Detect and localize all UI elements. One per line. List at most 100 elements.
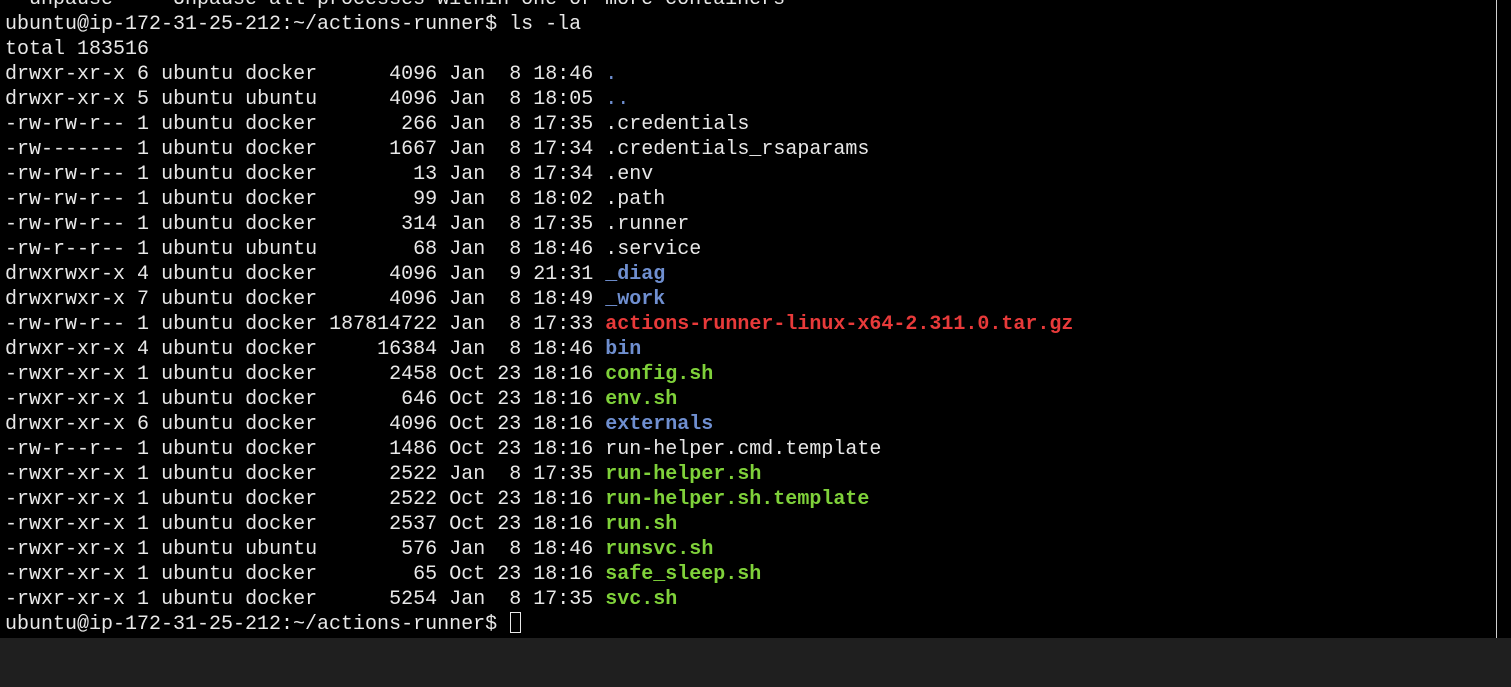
- file-size: 4096: [389, 288, 438, 311]
- file-month: Jan: [449, 538, 486, 561]
- file-time: 18:16: [533, 363, 594, 386]
- file-link-count: 5: [137, 88, 150, 111]
- file-name: run.sh: [605, 513, 678, 536]
- file-row: drwxr-xr-x 4 ubuntu docker 16384 Jan 8 1…: [5, 337, 1073, 362]
- file-owner: ubuntu: [161, 388, 234, 411]
- file-permissions: drwxr-xr-x: [5, 88, 126, 111]
- file-row: -rwxr-xr-x 1 ubuntu docker 65 Oct 23 18:…: [5, 562, 1073, 587]
- file-permissions: -rwxr-xr-x: [5, 588, 126, 611]
- terminal-line-total: total 183516: [5, 38, 150, 61]
- file-size: 314: [401, 213, 438, 236]
- file-time: 18:46: [533, 538, 594, 561]
- file-owner: ubuntu: [161, 538, 234, 561]
- file-link-count: 1: [137, 113, 150, 136]
- file-link-count: 1: [137, 188, 150, 211]
- file-day: 23: [497, 363, 522, 386]
- file-row: drwxrwxr-x 4 ubuntu docker 4096 Jan 9 21…: [5, 262, 1073, 287]
- file-owner: ubuntu: [161, 238, 234, 261]
- file-name: run-helper.cmd.template: [605, 438, 882, 461]
- file-owner: ubuntu: [161, 438, 234, 461]
- terminal-window[interactable]: unpause Unpause all processes within one…: [0, 0, 1496, 638]
- file-permissions: -rwxr-xr-x: [5, 463, 126, 486]
- file-time: 18:05: [533, 88, 594, 111]
- file-link-count: 1: [137, 138, 150, 161]
- file-size: 2522: [389, 463, 438, 486]
- file-link-count: 1: [137, 513, 150, 536]
- file-time: 21:31: [533, 263, 594, 286]
- file-month: Jan: [449, 163, 486, 186]
- file-link-count: 1: [137, 463, 150, 486]
- file-size: 2537: [389, 513, 438, 536]
- file-row: -rw-r--r-- 1 ubuntu ubuntu 68 Jan 8 18:4…: [5, 237, 1073, 262]
- file-name: run-helper.sh.template: [605, 488, 870, 511]
- file-group: docker: [245, 63, 318, 86]
- file-row: -rw-rw-r-- 1 ubuntu docker 314 Jan 8 17:…: [5, 212, 1073, 237]
- file-row: -rwxr-xr-x 1 ubuntu docker 5254 Jan 8 17…: [5, 587, 1073, 612]
- file-group: docker: [245, 488, 318, 511]
- file-permissions: -rw-rw-r--: [5, 163, 126, 186]
- file-group: docker: [245, 413, 318, 436]
- terminal-scrollbar[interactable]: [1496, 0, 1511, 638]
- file-row: -rw-rw-r-- 1 ubuntu docker 99 Jan 8 18:0…: [5, 187, 1073, 212]
- shell-prompt: ubuntu@ip-172-31-25-212:~/actions-runner…: [5, 13, 498, 36]
- file-size: 187814722: [329, 313, 438, 336]
- file-owner: ubuntu: [161, 263, 234, 286]
- file-permissions: -rwxr-xr-x: [5, 538, 126, 561]
- terminal-line-command: ubuntu@ip-172-31-25-212:~/actions-runner…: [5, 12, 1073, 37]
- file-month: Oct: [449, 438, 486, 461]
- file-month: Jan: [449, 188, 486, 211]
- file-day: 23: [497, 388, 522, 411]
- file-permissions: drwxr-xr-x: [5, 63, 126, 86]
- file-time: 18:46: [533, 63, 594, 86]
- file-time: 18:16: [533, 413, 594, 436]
- terminal-line-active-prompt[interactable]: ubuntu@ip-172-31-25-212:~/actions-runner…: [5, 612, 1073, 637]
- file-owner: ubuntu: [161, 488, 234, 511]
- file-owner: ubuntu: [161, 188, 234, 211]
- file-time: 18:16: [533, 513, 594, 536]
- file-name: .credentials: [605, 113, 750, 136]
- file-link-count: 6: [137, 63, 150, 86]
- file-time: 17:34: [533, 163, 594, 186]
- file-day: 23: [497, 488, 522, 511]
- file-time: 17:34: [533, 138, 594, 161]
- file-month: Jan: [449, 238, 486, 261]
- file-day: 8: [509, 88, 522, 111]
- file-owner: ubuntu: [161, 463, 234, 486]
- file-row: -rwxr-xr-x 1 ubuntu docker 2537 Oct 23 1…: [5, 512, 1073, 537]
- file-link-count: 1: [137, 313, 150, 336]
- file-size: 4096: [389, 88, 438, 111]
- file-link-count: 1: [137, 488, 150, 511]
- file-row: -rwxr-xr-x 1 ubuntu docker 2522 Oct 23 1…: [5, 487, 1073, 512]
- file-link-count: 1: [137, 538, 150, 561]
- file-link-count: 7: [137, 288, 150, 311]
- file-day: 8: [509, 238, 522, 261]
- file-size: 646: [401, 388, 438, 411]
- file-permissions: -rw-rw-r--: [5, 113, 126, 136]
- file-time: 18:49: [533, 288, 594, 311]
- file-row: -rwxr-xr-x 1 ubuntu ubuntu 576 Jan 8 18:…: [5, 537, 1073, 562]
- file-day: 8: [509, 538, 522, 561]
- file-group: docker: [245, 188, 318, 211]
- file-permissions: drwxr-xr-x: [5, 413, 126, 436]
- file-listing: drwxr-xr-x 6 ubuntu docker 4096 Jan 8 18…: [5, 62, 1073, 612]
- file-group: docker: [245, 338, 318, 361]
- file-month: Jan: [449, 288, 486, 311]
- file-group: docker: [245, 438, 318, 461]
- file-day: 8: [509, 213, 522, 236]
- shell-command: ls -la: [509, 13, 582, 36]
- file-permissions: -rw-rw-r--: [5, 213, 126, 236]
- file-permissions: -rw-rw-r--: [5, 188, 126, 211]
- file-permissions: -rwxr-xr-x: [5, 488, 126, 511]
- file-link-count: 1: [137, 163, 150, 186]
- file-month: Oct: [449, 388, 486, 411]
- file-month: Jan: [449, 88, 486, 111]
- file-size: 65: [413, 563, 438, 586]
- file-link-count: 1: [137, 238, 150, 261]
- file-day: 23: [497, 438, 522, 461]
- file-row: -rw-rw-r-- 1 ubuntu docker 187814722 Jan…: [5, 312, 1073, 337]
- terminal-output: unpause Unpause all processes within one…: [5, 0, 1073, 637]
- file-name: ..: [605, 88, 630, 111]
- file-group: docker: [245, 363, 318, 386]
- file-owner: ubuntu: [161, 338, 234, 361]
- file-month: Jan: [449, 113, 486, 136]
